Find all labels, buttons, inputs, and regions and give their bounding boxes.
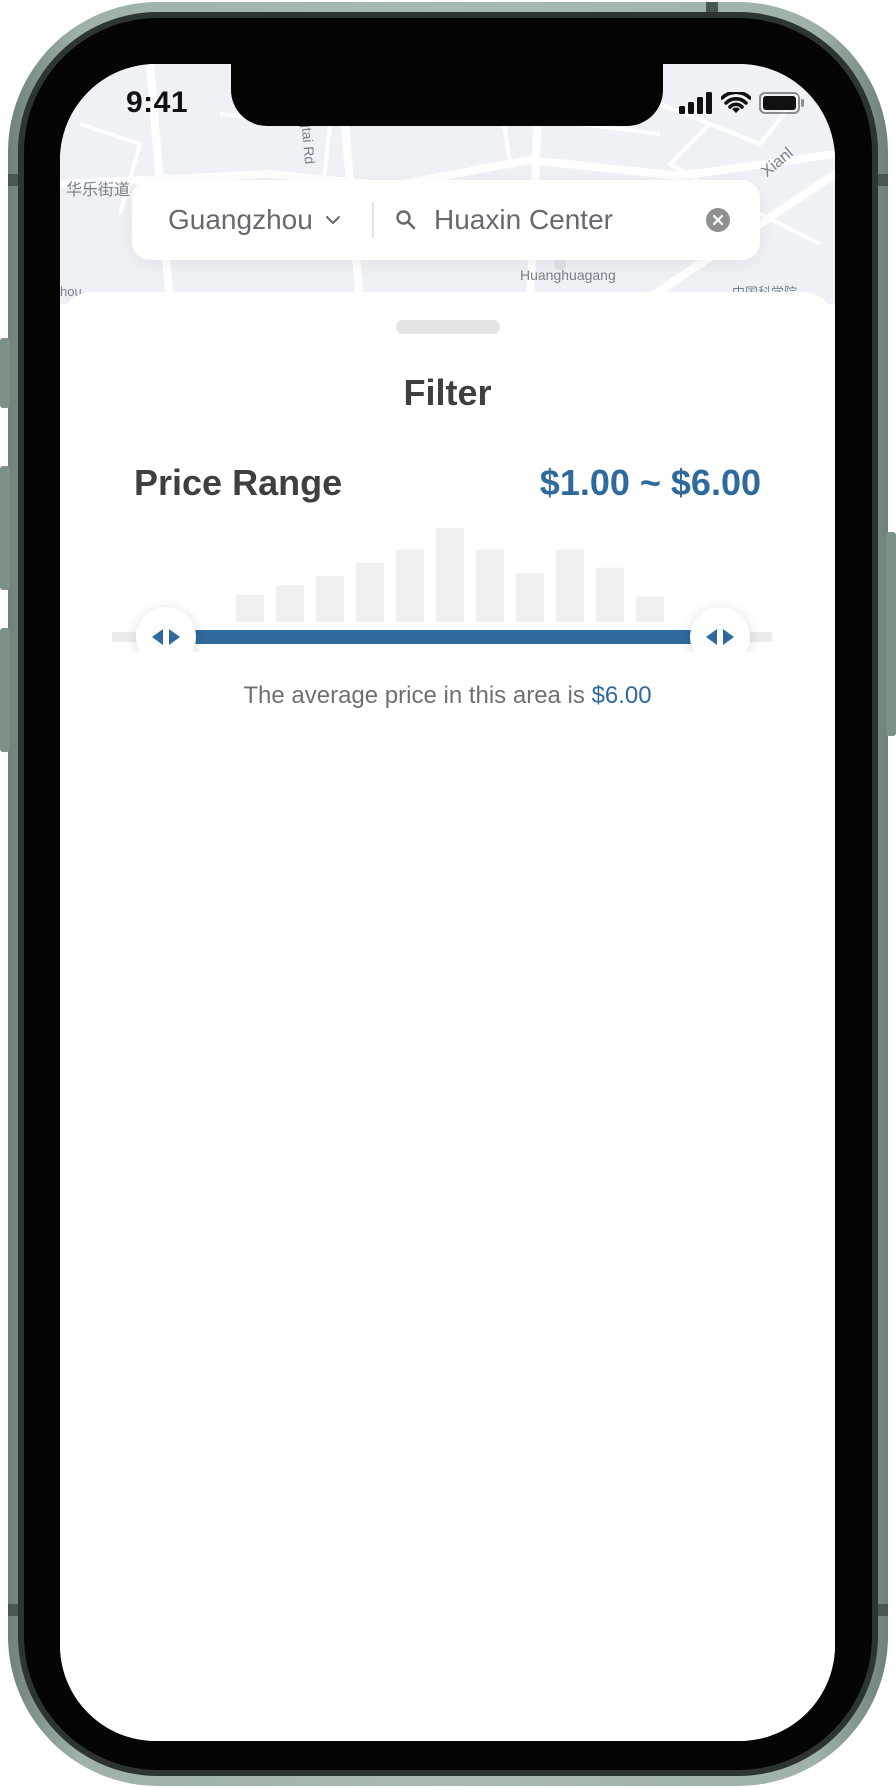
price-histogram	[112, 528, 772, 652]
volume-down-button	[0, 628, 10, 752]
slider-min-handle[interactable]	[136, 607, 196, 652]
histogram-bar	[476, 549, 504, 622]
power-button	[886, 532, 896, 736]
histogram-bar	[396, 549, 424, 622]
screen: 华乐街道 gtai Rd Xianl Huanghuagang 中国科学院 ho…	[60, 64, 835, 1741]
histogram-bar	[636, 596, 664, 622]
signal-icon	[679, 92, 712, 114]
divider	[372, 202, 374, 238]
city-selector[interactable]: Guangzhou	[168, 180, 341, 260]
clear-search-button[interactable]	[706, 208, 730, 232]
search-input[interactable]: Huaxin Center	[434, 180, 613, 260]
histogram-bar	[236, 594, 264, 622]
status-icons	[679, 92, 805, 114]
clear-icon	[712, 214, 724, 226]
histogram-bar	[556, 549, 584, 622]
histogram-bar	[356, 562, 384, 622]
wifi-icon	[721, 92, 751, 113]
city-name: Guangzhou	[168, 204, 313, 235]
filter-sheet: Filter Price Range $1.00 ~ $6.00 The ave…	[60, 292, 835, 1741]
histogram-bar	[516, 573, 544, 622]
silent-switch	[0, 338, 10, 408]
notch	[231, 64, 663, 126]
map-label: Huanghuagang	[520, 267, 616, 283]
average-price-value: $6.00	[591, 682, 652, 709]
status-time: 9:41	[126, 86, 189, 119]
search-icon	[396, 210, 416, 230]
search-bar: Guangzhou Huaxin Center	[132, 180, 760, 260]
histogram-bar	[316, 575, 344, 622]
average-price-note: The average price in this area is $6.00	[60, 682, 835, 710]
average-price-prefix: The average price in this area is	[243, 682, 585, 709]
battery-icon	[759, 92, 804, 114]
histogram-bar	[436, 528, 464, 622]
slider-max-handle[interactable]	[690, 607, 750, 652]
volume-up-button	[0, 466, 10, 590]
histogram-bar	[596, 567, 624, 622]
histogram-bar	[276, 585, 304, 622]
chevron-down-icon	[325, 216, 340, 224]
map-label: 华乐街道	[66, 182, 131, 199]
slider-selected-range	[166, 630, 720, 644]
